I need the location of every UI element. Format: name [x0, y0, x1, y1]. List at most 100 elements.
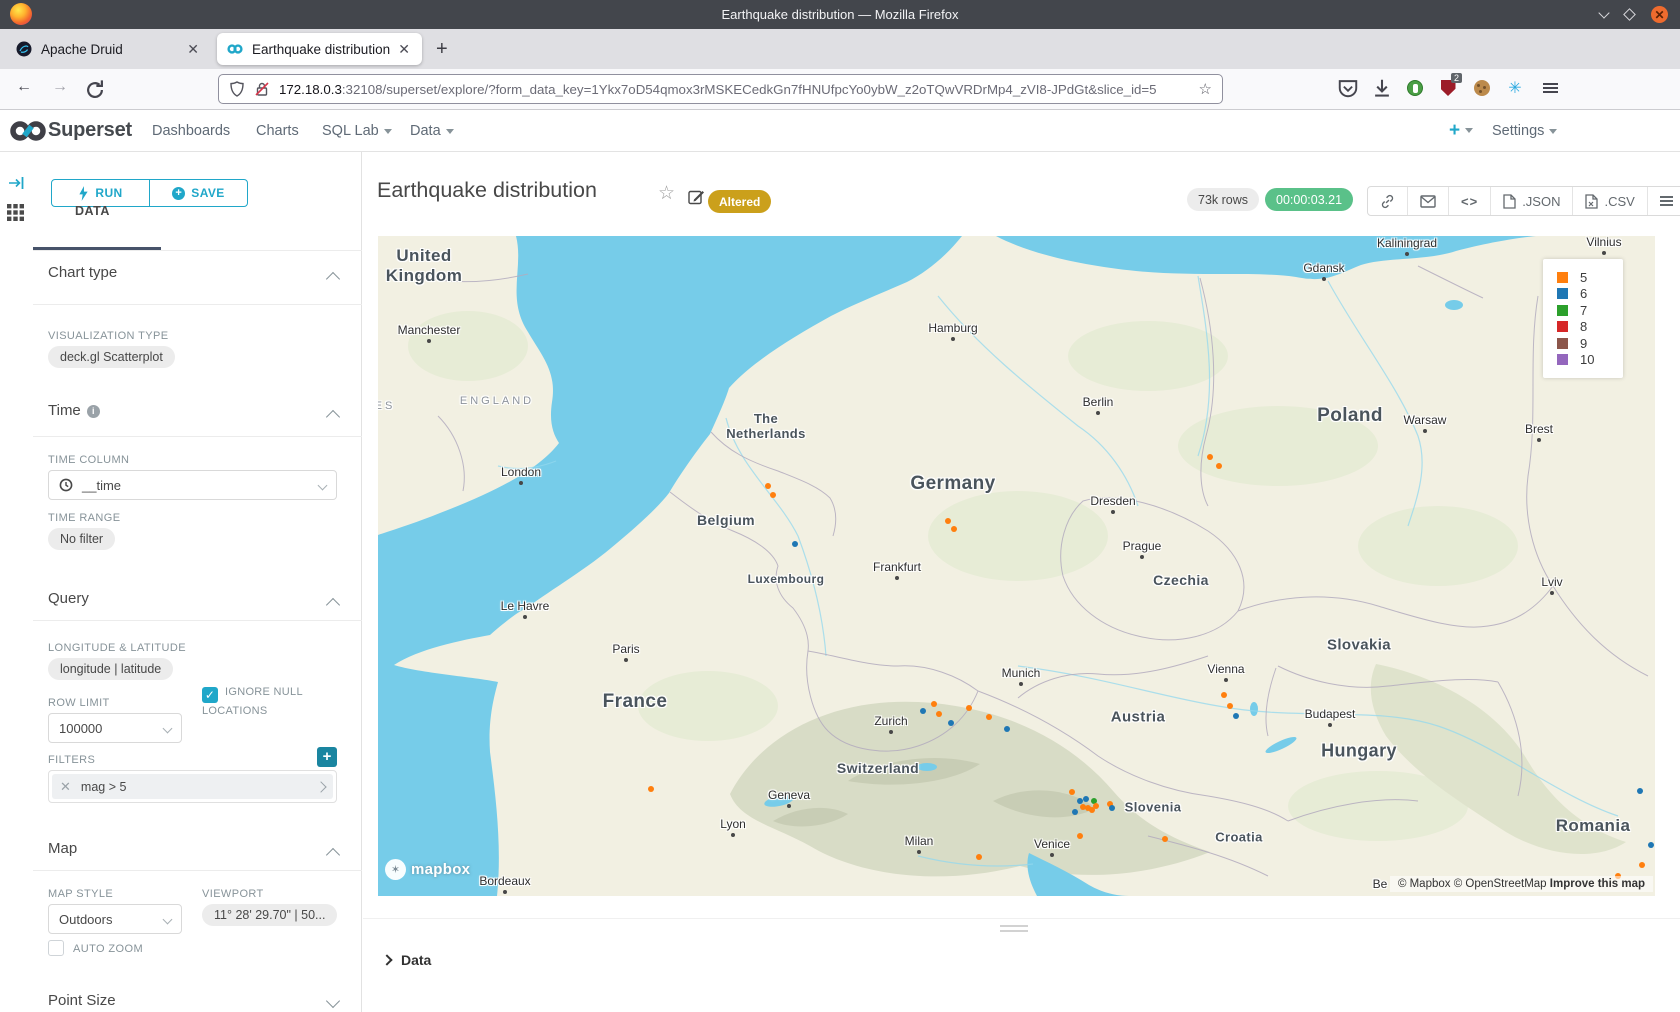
tab-close-icon[interactable]: ✕ [396, 41, 412, 58]
export-json-button[interactable]: .JSON [1490, 187, 1572, 215]
section-chart-type[interactable]: Chart type [48, 264, 117, 281]
earthquake-point[interactable] [792, 541, 798, 547]
tab-close-icon[interactable]: ✕ [185, 41, 201, 58]
ublock-icon[interactable]: 2 [1437, 77, 1459, 99]
insecure-lock-icon[interactable] [254, 81, 270, 97]
earthquake-point[interactable] [1077, 833, 1083, 839]
map-style-select[interactable]: Outdoors [48, 904, 182, 934]
maximize-icon[interactable] [1621, 6, 1638, 23]
earthquake-point[interactable] [948, 720, 954, 726]
nav-dashboards[interactable]: Dashboards [152, 123, 230, 139]
earthquake-point[interactable] [770, 492, 776, 498]
run-button[interactable]: RUN [52, 180, 149, 206]
section-point-size[interactable]: Point Size [48, 992, 116, 1009]
chevron-up-icon[interactable] [326, 272, 340, 286]
copy-link-button[interactable] [1368, 187, 1407, 215]
menu-icon[interactable] [1539, 77, 1561, 99]
bookmark-star-icon[interactable]: ☆ [1199, 80, 1212, 98]
earthquake-point[interactable] [1216, 463, 1222, 469]
attribution-text[interactable]: © Mapbox © OpenStreetMap [1398, 878, 1547, 890]
earthquake-point[interactable] [976, 854, 982, 860]
url-bar[interactable]: 172.18.0.3:32108/superset/explore/?form_… [218, 74, 1223, 104]
earthquake-point[interactable] [986, 714, 992, 720]
add-new-button[interactable]: + [1449, 120, 1473, 142]
favorite-star-icon[interactable]: ☆ [658, 182, 675, 205]
earthquake-point[interactable] [1227, 703, 1233, 709]
viz-type-chip[interactable]: deck.gl Scatterplot [48, 346, 175, 368]
chevron-down-icon[interactable] [326, 994, 340, 1008]
row-limit-select[interactable]: 100000 [48, 713, 182, 743]
viewport-chip[interactable]: 11° 28' 29.70" | 50... [202, 904, 337, 926]
pocket-icon[interactable] [1337, 77, 1359, 99]
drag-handle[interactable] [1000, 925, 1028, 935]
earthquake-point[interactable] [1648, 842, 1654, 848]
section-map[interactable]: Map [48, 840, 77, 857]
brand-name[interactable]: Superset [48, 119, 132, 142]
embed-code-button[interactable]: <> [1448, 187, 1490, 215]
close-icon[interactable]: ✕ [1651, 6, 1668, 23]
earthquake-point[interactable] [1233, 713, 1239, 719]
container-icon[interactable]: ✳ [1504, 77, 1526, 99]
earthquake-point[interactable] [1109, 805, 1115, 811]
earthquake-point[interactable] [1162, 836, 1168, 842]
mapbox-logo[interactable]: ✶ mapbox [385, 859, 470, 880]
data-section-toggle[interactable]: Data [383, 952, 431, 968]
time-range-chip[interactable]: No filter [48, 528, 115, 550]
grid-icon[interactable] [7, 204, 24, 221]
earthquake-point[interactable] [1069, 789, 1075, 795]
expand-panel-icon[interactable] [8, 176, 24, 190]
earthquake-point[interactable] [966, 705, 972, 711]
chevron-up-icon[interactable] [326, 848, 340, 862]
earthquake-point[interactable] [648, 786, 654, 792]
reload-icon[interactable] [84, 79, 106, 101]
earthquake-point[interactable] [1083, 796, 1089, 802]
earthquake-point[interactable] [1093, 803, 1099, 809]
nav-data[interactable]: Data [410, 123, 454, 139]
more-menu-button[interactable] [1647, 187, 1680, 215]
tab-data[interactable]: DATA [75, 204, 110, 218]
add-filter-button[interactable]: + [317, 747, 337, 767]
earthquake-point[interactable] [945, 518, 951, 524]
filter-expand-icon[interactable] [317, 780, 325, 794]
auto-zoom-checkbox[interactable] [48, 940, 64, 956]
tab-apache-druid[interactable]: Apache Druid ✕ [6, 33, 211, 65]
earthquake-point[interactable] [936, 711, 942, 717]
forward-icon[interactable]: → [52, 78, 68, 96]
earthquake-point[interactable] [765, 483, 771, 489]
time-column-select[interactable]: __time [48, 470, 337, 500]
tab-earthquake-distribution[interactable]: Earthquake distribution ✕ [217, 33, 422, 65]
nav-settings[interactable]: Settings [1492, 123, 1557, 139]
downloads-icon[interactable] [1371, 77, 1393, 99]
earthquake-point[interactable] [920, 708, 926, 714]
email-button[interactable] [1407, 187, 1448, 215]
section-query[interactable]: Query [48, 590, 89, 607]
shield-icon[interactable] [229, 81, 245, 97]
chevron-up-icon[interactable] [326, 598, 340, 612]
export-csv-button[interactable]: .CSV [1572, 187, 1646, 215]
earthquake-point[interactable] [1207, 454, 1213, 460]
earthquake-point[interactable] [1004, 726, 1010, 732]
nav-sql-lab[interactable]: SQL Lab [322, 123, 392, 139]
earthquake-point[interactable] [1639, 862, 1645, 868]
earthquake-point[interactable] [1072, 809, 1078, 815]
improve-map-link[interactable]: Improve this map [1550, 878, 1645, 890]
minimize-icon[interactable] [1595, 6, 1612, 23]
filter-chip[interactable]: ✕ mag > 5 [52, 774, 333, 799]
chevron-up-icon[interactable] [326, 410, 340, 424]
earthquake-point[interactable] [1637, 788, 1643, 794]
remove-filter-icon[interactable]: ✕ [60, 779, 71, 795]
nav-charts[interactable]: Charts [256, 123, 299, 139]
new-tab-button[interactable]: + [436, 38, 448, 61]
save-button[interactable]: + SAVE [149, 180, 247, 206]
section-time[interactable]: Timei [48, 402, 100, 419]
deckgl-scatterplot-map[interactable]: United KingdomGermanyFrancePolandHungary… [378, 236, 1655, 896]
earthquake-point[interactable] [1221, 692, 1227, 698]
ignore-null-locations[interactable]: ✓IGNORE NULL LOCATIONS [202, 684, 342, 720]
earthquake-point[interactable] [931, 701, 937, 707]
privacy-badger-icon[interactable] [1404, 77, 1426, 99]
earthquake-point[interactable] [951, 526, 957, 532]
lonlat-chip[interactable]: longitude | latitude [48, 658, 173, 680]
cookie-icon[interactable] [1471, 77, 1493, 99]
back-icon[interactable]: ← [16, 78, 32, 96]
edit-icon[interactable] [688, 188, 705, 205]
